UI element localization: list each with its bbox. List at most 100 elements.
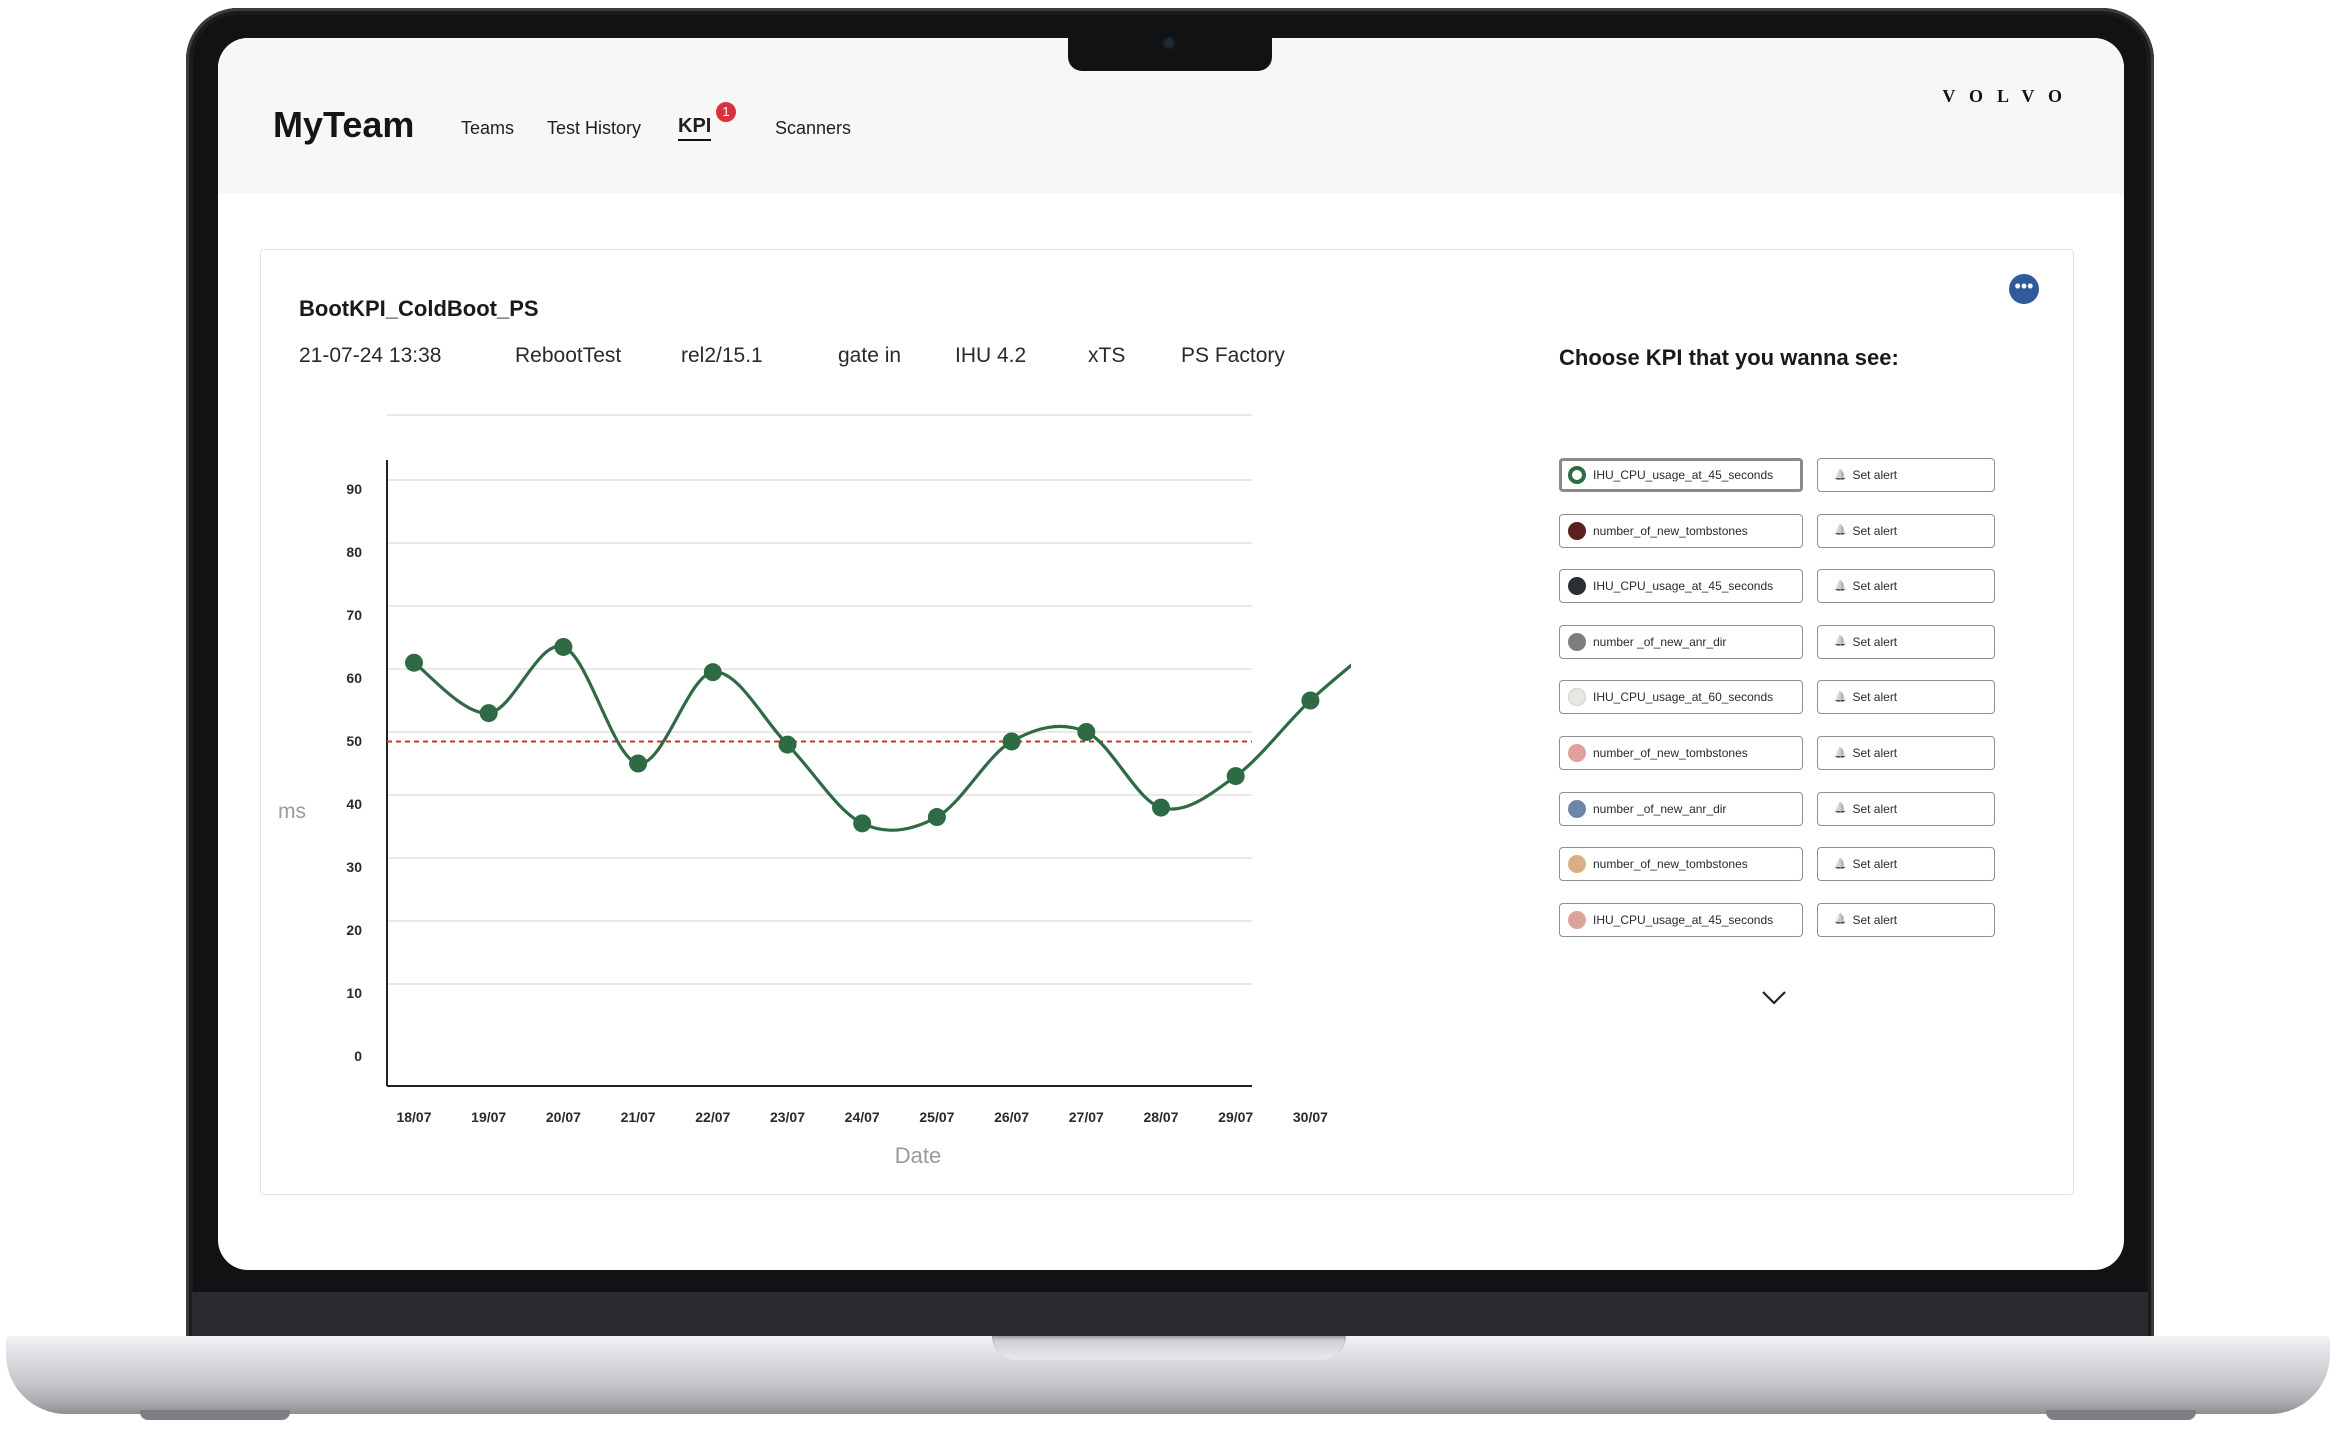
kpi-option[interactable]: number_of_new_tombstones [1559, 736, 1803, 770]
nav-test-history[interactable]: Test History [547, 118, 641, 139]
kpi-option-label: IHU_CPU_usage_at_45_seconds [1593, 579, 1774, 594]
x-tick-label: 24/07 [845, 1109, 880, 1125]
bell-icon: 🔔 [1834, 914, 1847, 926]
x-tick-label: 23/07 [770, 1109, 805, 1125]
data-point [1077, 723, 1096, 741]
kpi-option-label: IHU_CPU_usage_at_60_seconds [1593, 690, 1774, 705]
set-alert-label: Set alert [1852, 801, 1898, 816]
kpi-option[interactable]: IHU_CPU_usage_at_45_seconds [1559, 902, 1803, 937]
y-tick-label: 10 [346, 985, 362, 1001]
x-tick-label: 28/07 [1143, 1109, 1178, 1125]
set-alert-label: Set alert [1852, 746, 1898, 760]
kpi-option[interactable]: number_of_new_tombstones [1559, 513, 1803, 548]
kpi-color-swatch [1568, 632, 1586, 651]
kpi-card: BootKPI_ColdBoot_PS 21-07-24 13:38 Reboo… [260, 249, 2074, 1195]
kpi-option-label: IHU_CPU_usage_at_45_seconds [1593, 912, 1774, 927]
y-tick-label: 80 [346, 544, 362, 560]
kpi-option[interactable]: IHU_CPU_usage_at_45_seconds [1559, 569, 1803, 604]
bell-icon: 🔔 [1834, 803, 1847, 815]
x-tick-label: 18/07 [396, 1109, 431, 1125]
set-alert-button[interactable]: 🔔 Set alert [1817, 847, 1995, 882]
nav-scanners[interactable]: Scanners [775, 118, 851, 139]
app-screen: MyTeam Teams Test History KPI 1 Scanners… [218, 38, 2124, 1270]
kpi-option[interactable]: number_of_new_tombstones [1559, 847, 1803, 882]
x-tick-label: 26/07 [994, 1109, 1029, 1125]
y-tick-label: 30 [346, 859, 362, 875]
bell-icon: 🔔 [1834, 691, 1847, 703]
kpi-option[interactable]: IHU_CPU_usage_at_60_seconds [1559, 680, 1803, 715]
data-point [853, 814, 872, 833]
bell-icon: 🔔 [1834, 469, 1847, 481]
camera-icon [1164, 38, 1174, 48]
brand-title: MyTeam [273, 104, 415, 145]
kpi-color-swatch [1568, 799, 1586, 818]
series-line [413, 644, 1351, 832]
laptop-foot-right [2046, 1410, 2196, 1420]
y-tick-label: 60 [346, 670, 362, 686]
kpi-color-swatch [1568, 910, 1586, 929]
set-alert-button[interactable]: 🔔 Set alert [1817, 569, 1995, 604]
data-point [479, 704, 498, 723]
y-tick-label: 50 [346, 733, 362, 749]
kpi-notification-badge: 1 [716, 102, 736, 122]
set-alert-button[interactable]: 🔔 Set alert [1817, 624, 1995, 659]
data-point [629, 754, 648, 773]
kpi-line-chart: 0 10 20 30 40 50 60 70 80 90 18/07 19/07 20/07 21/07 2… [278, 414, 1351, 1168]
set-alert-button[interactable]: 🔔 Set alert [1817, 791, 1995, 826]
kpi-option-label: number_of_new_tombstones [1593, 857, 1748, 872]
x-tick-label: 21/07 [621, 1109, 656, 1125]
set-alert-button[interactable]: 🔔 Set alert [1817, 902, 1995, 937]
nav-kpi[interactable]: KPI [678, 115, 712, 141]
x-tick-label: 30/07 [1293, 1109, 1328, 1125]
data-point [1301, 691, 1320, 710]
data-point [1152, 798, 1170, 817]
data-point [703, 663, 722, 682]
more-options-icon[interactable]: ••• [2009, 274, 2039, 304]
set-alert-button[interactable]: 🔔 Set alert [1817, 736, 1995, 770]
nav-teams[interactable]: Teams [461, 118, 514, 139]
kpi-option[interactable]: number _of_new_anr_dir [1559, 624, 1803, 659]
bell-icon: 🔔 [1834, 580, 1847, 592]
x-tick-label: 27/07 [1069, 1109, 1104, 1125]
set-alert-label: Set alert [1852, 690, 1898, 705]
y-axis-title: ms [278, 800, 306, 823]
set-alert-label: Set alert [1852, 579, 1898, 594]
data-point [1226, 767, 1245, 786]
kpi-option-label: number _of_new_anr_dir [1593, 801, 1727, 816]
y-tick-label: 70 [346, 607, 362, 623]
x-tick-label: 22/07 [695, 1109, 730, 1125]
laptop-opening-groove [992, 1336, 1346, 1360]
laptop-hinge [192, 1292, 2148, 1336]
kpi-color-swatch [1568, 521, 1586, 540]
data-point [1002, 732, 1021, 751]
x-tick-label: 20/07 [546, 1109, 581, 1125]
set-alert-label: Set alert [1852, 468, 1898, 482]
set-alert-button[interactable]: 🔔 Set alert [1817, 458, 1995, 492]
x-tick-label: 29/07 [1218, 1109, 1253, 1125]
volvo-logo: VOLVO [1942, 86, 2076, 106]
set-alert-label: Set alert [1852, 912, 1898, 927]
x-tick-label: 25/07 [919, 1109, 954, 1125]
kpi-color-swatch [1568, 855, 1586, 874]
kpi-option-label: IHU_CPU_usage_at_45_seconds [1593, 468, 1774, 482]
set-alert-label: Set alert [1852, 857, 1898, 872]
kpi-option-label: number_of_new_tombstones [1593, 746, 1748, 760]
data-point [405, 653, 423, 672]
y-tick-label: 90 [346, 481, 362, 497]
data-point [778, 735, 797, 754]
set-alert-label: Set alert [1852, 634, 1898, 649]
kpi-option[interactable]: number _of_new_anr_dir [1559, 791, 1803, 826]
set-alert-button[interactable]: 🔔 Set alert [1817, 680, 1995, 715]
chevron-down-icon[interactable] [1759, 982, 1789, 1012]
kpi-color-swatch [1568, 744, 1586, 762]
y-tick-label: 20 [346, 922, 362, 938]
data-point [927, 808, 946, 827]
x-axis-title: Date [895, 1143, 941, 1168]
bell-icon: 🔔 [1834, 636, 1847, 648]
kpi-color-swatch [1568, 466, 1586, 484]
bell-icon: 🔔 [1834, 747, 1847, 759]
x-tick-label: 19/07 [471, 1109, 506, 1125]
kpi-color-swatch [1568, 577, 1586, 596]
set-alert-button[interactable]: 🔔 Set alert [1817, 513, 1995, 548]
kpi-option[interactable]: IHU_CPU_usage_at_45_seconds [1559, 458, 1803, 492]
